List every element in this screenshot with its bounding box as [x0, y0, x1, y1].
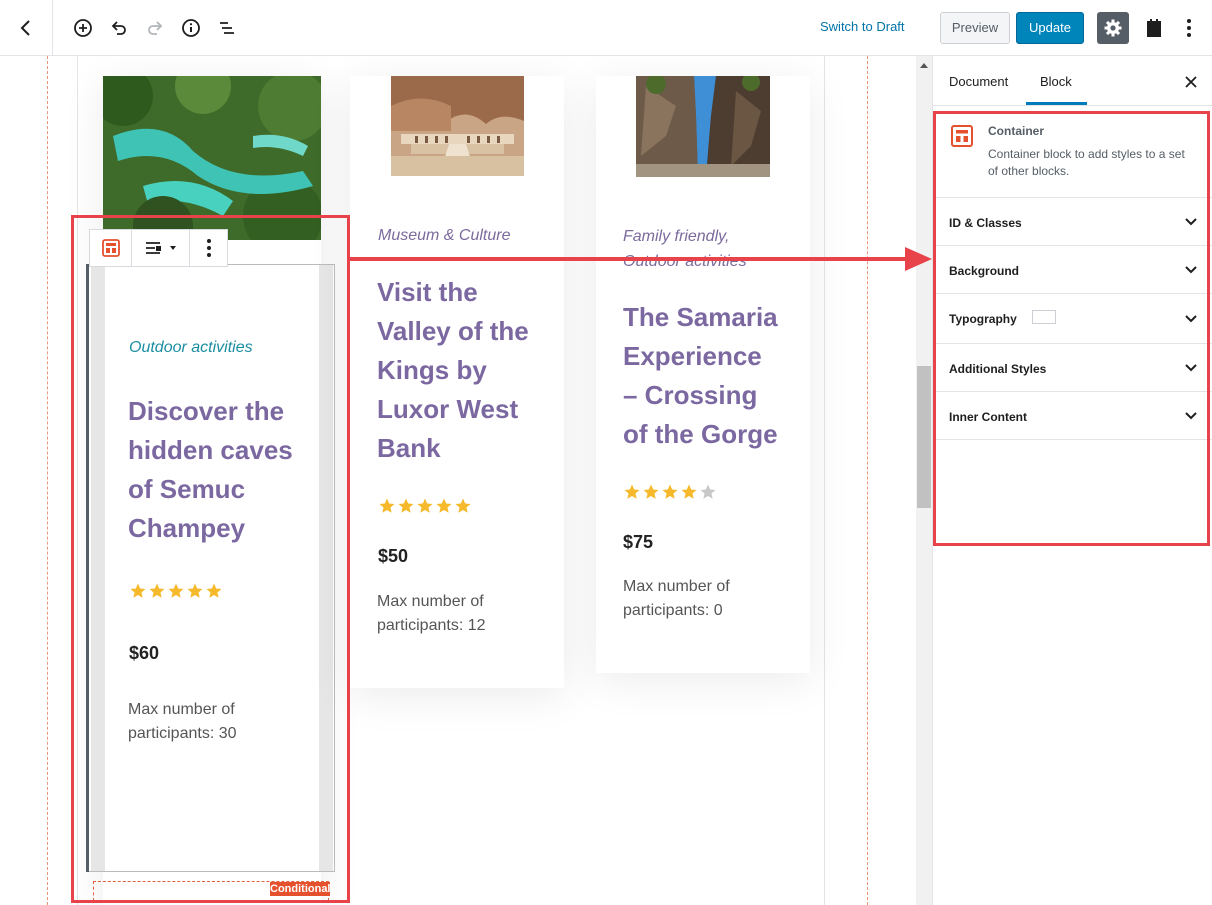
card-2-rating: [378, 497, 472, 515]
card-3-rating: [623, 483, 717, 501]
scrollbar-thumb[interactable]: [917, 366, 931, 508]
undo-icon[interactable]: [104, 12, 134, 44]
layout-guide: [47, 56, 48, 905]
toolbar-divider: [52, 0, 53, 56]
sidebar-tabs: Document Block: [933, 56, 1212, 106]
info-icon[interactable]: [176, 12, 206, 44]
more-vertical-icon[interactable]: [1176, 12, 1202, 44]
settings-sidebar: Document Block Container Container block…: [932, 56, 1212, 905]
card-2-price: $50: [378, 546, 409, 566]
close-icon[interactable]: [1181, 72, 1201, 92]
switch-to-draft-link[interactable]: Switch to Draft: [820, 19, 905, 34]
preview-button[interactable]: Preview: [940, 12, 1010, 44]
tab-document[interactable]: Document: [949, 74, 1008, 89]
highlight-box-container: [71, 215, 350, 903]
tab-block[interactable]: Block: [1040, 74, 1072, 89]
star-filled-icon: [454, 497, 472, 515]
plugin-icon[interactable]: [1138, 12, 1170, 44]
star-filled-icon: [378, 497, 396, 515]
annotation-arrow: [350, 247, 932, 271]
update-button[interactable]: Update: [1016, 12, 1084, 44]
star-filled-icon: [416, 497, 434, 515]
tour-image-gorge: [636, 76, 770, 177]
star-filled-icon: [680, 483, 698, 501]
add-block-icon[interactable]: [68, 12, 98, 44]
redo-icon[interactable]: [140, 12, 170, 44]
star-filled-icon: [435, 497, 453, 515]
gear-icon: [1104, 19, 1122, 37]
star-filled-icon: [661, 483, 679, 501]
active-tab-indicator: [1026, 102, 1087, 105]
editor-canvas: Outdoor activities Discover the hidden c…: [0, 56, 916, 905]
highlight-box-sidebar: [933, 111, 1210, 546]
star-filled-icon: [642, 483, 660, 501]
card-2-title: Visit the Valley of the Kings by Luxor W…: [377, 277, 529, 463]
card-3-max-participants: Max number of participants: 0: [623, 578, 730, 619]
settings-button[interactable]: [1097, 12, 1129, 44]
layout-guide: [867, 56, 868, 905]
tour-image-temple: [391, 76, 524, 176]
star-filled-icon: [623, 483, 641, 501]
layout-guide: [824, 56, 825, 905]
star-empty-icon: [699, 483, 717, 501]
card-3-price: $75: [623, 532, 654, 552]
list-view-icon[interactable]: [212, 12, 242, 44]
scroll-up-arrow-icon[interactable]: [916, 56, 932, 74]
card-2-max-participants: Max number of participants: 12: [377, 593, 486, 634]
editor-top-toolbar: Switch to Draft Preview Update: [0, 0, 1212, 56]
back-arrow-icon[interactable]: [8, 10, 44, 46]
card-3-title: The Samaria Experience – Crossing of the…: [623, 302, 778, 449]
star-filled-icon: [397, 497, 415, 515]
